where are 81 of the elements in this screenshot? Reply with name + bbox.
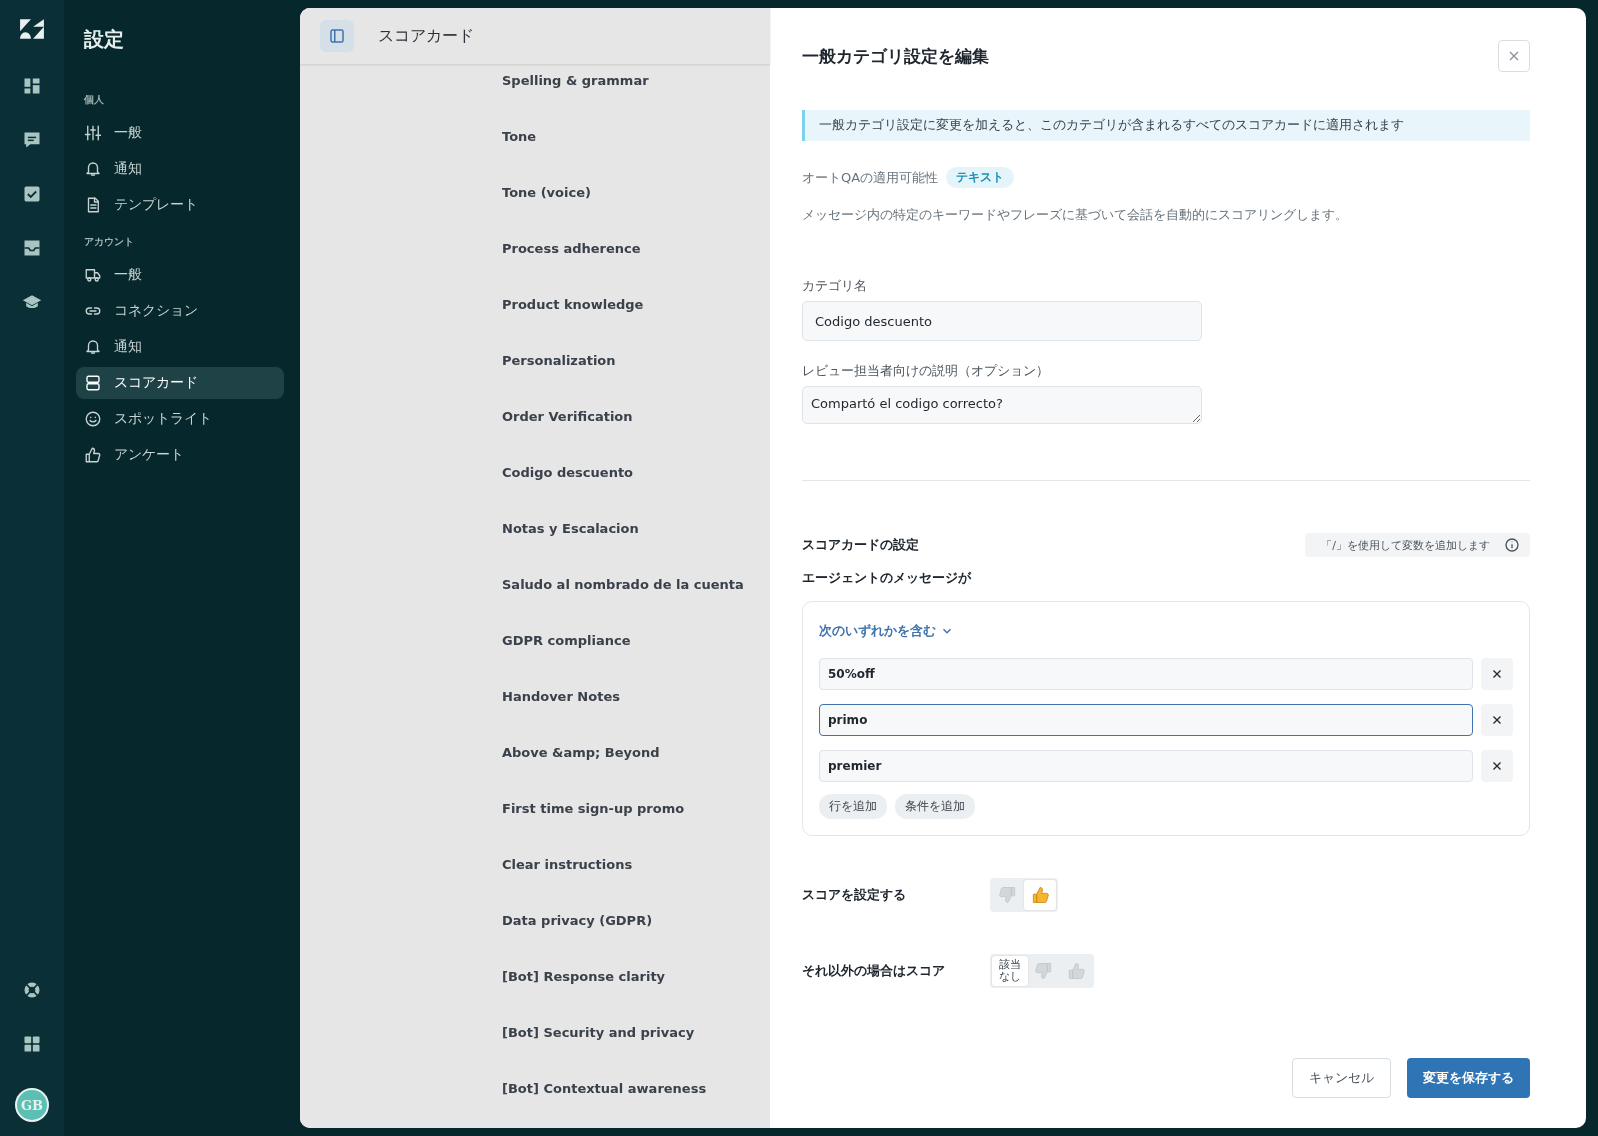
save-button[interactable]: 変更を保存する (1407, 1058, 1530, 1098)
section-label: 個人 (83, 93, 105, 107)
remove-button[interactable] (1481, 658, 1513, 690)
sidebar-icon (328, 27, 346, 45)
sidebar-item[interactable]: テンプレート (76, 189, 284, 221)
score-label: スコアを設定する (802, 886, 907, 904)
category-item[interactable]: Order Verification (502, 388, 770, 444)
add-button[interactable]: 行を追加 (819, 794, 887, 819)
apps-icon[interactable] (22, 1034, 42, 1054)
score-label: それ以外の場合はスコア (802, 962, 946, 980)
autoqa-description: メッセージ内の特定のキーワードやフレーズに基づいて会話を自動的にスコアリングします。 (802, 206, 1349, 224)
keyword-field[interactable]: 50%off (819, 658, 1473, 690)
panel-title: スコアカード (378, 25, 474, 47)
sidebar-item[interactable]: スコアカード (76, 367, 284, 399)
keyword-field[interactable]: primo (819, 704, 1473, 736)
thumb-icon (84, 446, 102, 464)
category-item[interactable]: Spelling & grammar (502, 52, 770, 108)
category-item[interactable]: Handover Notes (502, 668, 770, 724)
dialog-title: 一般カテゴリ設定を編集 (802, 44, 989, 68)
info-icon (1504, 537, 1520, 553)
section-subtitle: エージェントのメッセージが (802, 569, 973, 587)
inbox-icon[interactable] (22, 238, 42, 258)
category-item[interactable]: Data privacy (GDPR) (502, 892, 770, 948)
close-button[interactable] (1498, 40, 1530, 72)
channel-tag: テキスト (946, 167, 1015, 188)
category-item[interactable]: Process adherence (502, 220, 770, 276)
bell-icon (84, 160, 102, 178)
thumbs-down-icon (1034, 961, 1054, 981)
truck-icon (84, 266, 102, 284)
category-item[interactable]: Product knowledge (502, 276, 770, 332)
category-item[interactable]: GDPR compliance (502, 612, 770, 668)
help-icon[interactable] (22, 980, 42, 1000)
autoqa-label: オートQAの適用可能性 (802, 168, 939, 187)
category-item[interactable]: Saludo al nombrado de la cuenta (502, 556, 770, 612)
category-item[interactable]: Notas y Escalacion (502, 500, 770, 556)
sidebar-item[interactable]: 一般 (76, 259, 284, 291)
thumbs-up-icon (1030, 885, 1050, 905)
sidebar-item[interactable]: アンケート (76, 439, 284, 471)
description-field[interactable]: Compartó el codigo correcto? (802, 386, 1202, 424)
category-item[interactable]: Above &amp; Beyond (502, 724, 770, 780)
category-item[interactable]: Clear instructions (502, 836, 770, 892)
field-label: レビュー担当者向けの説明（オプション） (802, 363, 1050, 380)
remove-button[interactable] (1481, 704, 1513, 736)
sliders-icon (84, 124, 102, 142)
sidebar-item[interactable]: コネクション (76, 295, 284, 327)
cards-icon (84, 374, 102, 392)
category-item[interactable]: Codigo descuento (502, 444, 770, 500)
sidebar-title: 設定 (83, 26, 125, 53)
category-item[interactable]: [Bot] Security and privacy (502, 1004, 770, 1060)
category-item[interactable]: Personalization (502, 332, 770, 388)
condition-dropdown[interactable]: 次のいずれかを含む (819, 622, 954, 640)
logo-icon[interactable] (19, 18, 45, 40)
chat-icon[interactable] (22, 130, 42, 150)
panel-toggle-button[interactable] (320, 20, 354, 52)
sidebar-item[interactable]: 通知 (76, 331, 284, 363)
category-item[interactable]: Tone (voice) (502, 164, 770, 220)
thumbs-down-icon (998, 885, 1018, 905)
smile-icon (84, 410, 102, 428)
cancel-button[interactable]: キャンセル (1292, 1058, 1391, 1098)
bell-icon (84, 338, 102, 356)
field-label: カテゴリ名 (802, 278, 868, 295)
category-item[interactable]: First time sign-up promo (502, 780, 770, 836)
thumbs-up-option[interactable] (1024, 880, 1056, 910)
sidebar-item[interactable]: 一般 (76, 117, 284, 149)
category-item[interactable]: [Bot] Contextual awareness (502, 1060, 770, 1116)
category-item[interactable]: [Bot] Response clarity (502, 948, 770, 1004)
not-applicable-option[interactable]: 該当なし (992, 956, 1028, 986)
thumbs-up-icon (1066, 961, 1086, 981)
keyword-field[interactable]: premier (819, 750, 1473, 782)
info-banner: 一般カテゴリ設定に変更を加えると、このカテゴリが含まれるすべてのスコアカードに適用されます (802, 110, 1530, 141)
section-title: スコアカードの設定 (802, 536, 919, 554)
sidebar-item[interactable]: スポットライト (76, 403, 284, 435)
category-name-field[interactable]: Codigo descuento (802, 301, 1202, 341)
add-button[interactable]: 条件を追加 (895, 794, 975, 819)
hint-text: 「/」を使用して変数を追加します (1321, 537, 1490, 553)
remove-button[interactable] (1481, 750, 1513, 782)
task-icon[interactable] (22, 184, 42, 204)
section-label: アカウント (83, 235, 135, 249)
dashboard-icon[interactable] (22, 76, 42, 96)
category-item[interactable]: Tone (502, 108, 770, 164)
sidebar-item[interactable]: 通知 (76, 153, 284, 185)
